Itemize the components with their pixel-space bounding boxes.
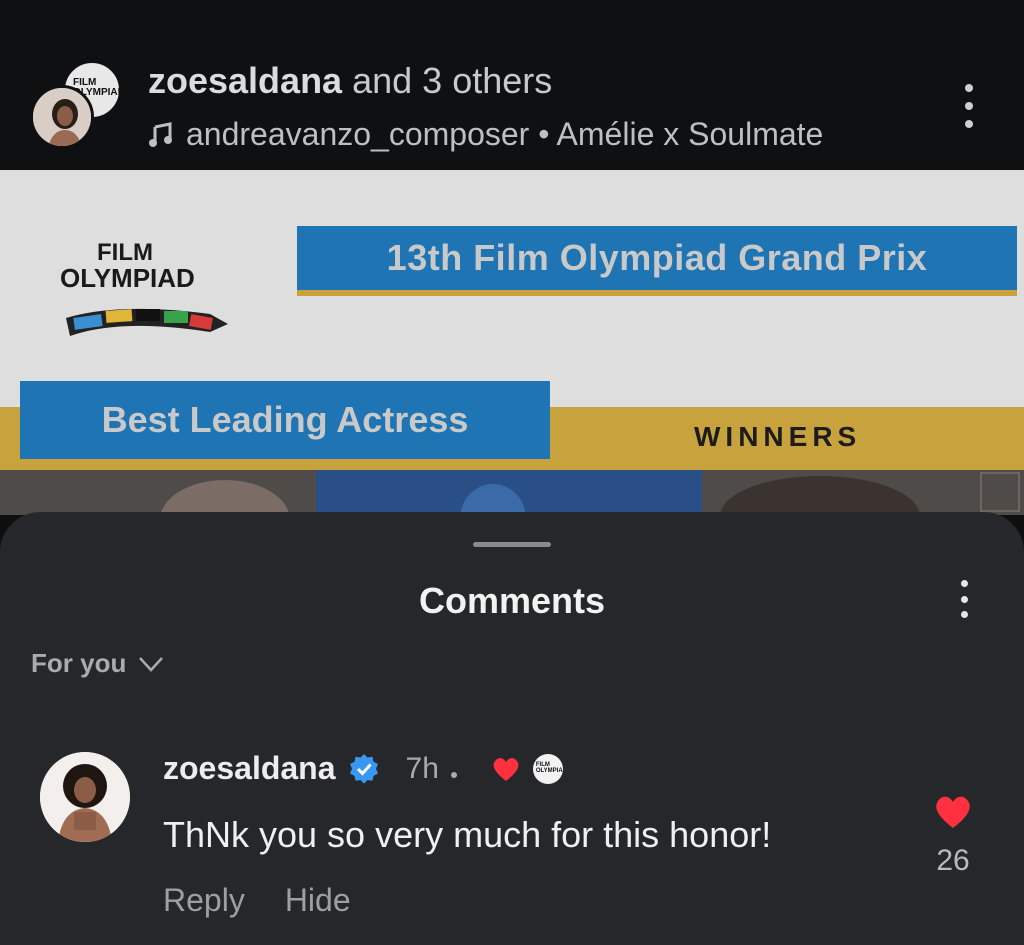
comments-title: Comments [418,580,606,621]
post-author-username[interactable]: zoesaldana [148,60,342,101]
comment-item: zoesaldana 7h FILMOLYMPIAD ThNk you so v… [0,734,1024,934]
heart-icon[interactable] [933,794,973,830]
more-dot [960,611,968,618]
film-olympiad-logo: FILM OLYMPIAD [60,239,240,340]
film-strip-icon [66,308,228,336]
post-author-line[interactable]: zoesaldana and 3 others [148,60,552,102]
more-dot [965,84,973,92]
hide-button[interactable]: Hide [285,882,351,919]
creator-liked-heart-icon [493,757,519,781]
comment-actions: Reply Hide [163,882,351,919]
chevron-down-icon [139,656,164,672]
more-dot [965,120,973,128]
more-dot [960,580,968,587]
audio-label: andreavanzo_composer • Amélie x Soulmate [186,116,824,152]
banner-category-box: Best Leading Actress [20,381,550,459]
audio-attribution[interactable]: andreavanzo_composer • Amélie x Soulmate [148,116,823,153]
person-photo-icon [33,88,91,146]
post-header: FILM OLYMPIAD zoesaldana and 3 others an… [0,0,1024,170]
comment-avatar[interactable] [40,752,130,842]
post-more-button[interactable] [954,84,984,128]
video-figure [720,476,920,515]
creator-badge-logo: FILMOLYMPIAD [535,761,563,774]
separator-dot [450,771,457,778]
sort-label: For you [31,648,127,678]
comment-header: zoesaldana 7h FILMOLYMPIAD [163,750,563,787]
logo-line-2: OLYMPIAD [60,263,195,293]
collab-avatars[interactable]: FILM OLYMPIAD [30,55,125,150]
comments-more-button[interactable] [950,580,978,618]
banner-winners-label: WINNERS [694,421,862,452]
comments-sheet: Comments For you zoesaldana 7h FILM OLYM… [0,512,1024,945]
video-figure [160,480,290,515]
app-root: FILM OLYMPIAD zoesaldana and 3 others an… [0,0,1024,945]
zoesaldana-avatar[interactable] [30,85,94,149]
verified-badge-icon [349,753,378,784]
more-dot [965,102,973,110]
comment-username[interactable]: zoesaldana [163,750,336,787]
comment-text: ThNk you so very much for this honor! [163,814,772,855]
post-coauthors[interactable]: and 3 others [352,60,552,101]
music-note-icon [149,121,172,147]
creator-avatar-badge: FILMOLYMPIAD [532,753,563,784]
comment-like-count: 26 [936,844,970,877]
banner-category: Best Leading Actress [101,399,469,440]
banner-title: 13th Film Olympiad Grand Prix [386,237,928,278]
more-dot [960,595,968,603]
reply-button[interactable]: Reply [163,882,245,919]
comment-like: 26 [928,794,978,878]
video-frame-strip [0,470,1024,515]
banner-title-box: 13th Film Olympiad Grand Prix [297,226,1017,296]
post-media[interactable]: FILM OLYMPIAD 13th Film Olympiad Grand P… [0,170,1024,515]
person-photo-icon [40,752,130,842]
logo-line-1: FILM [97,239,153,266]
comments-sort-dropdown[interactable]: For you [31,648,164,679]
video-picture-frame [980,472,1020,512]
comment-time: 7h [405,751,439,785]
sheet-drag-handle[interactable] [473,542,551,547]
